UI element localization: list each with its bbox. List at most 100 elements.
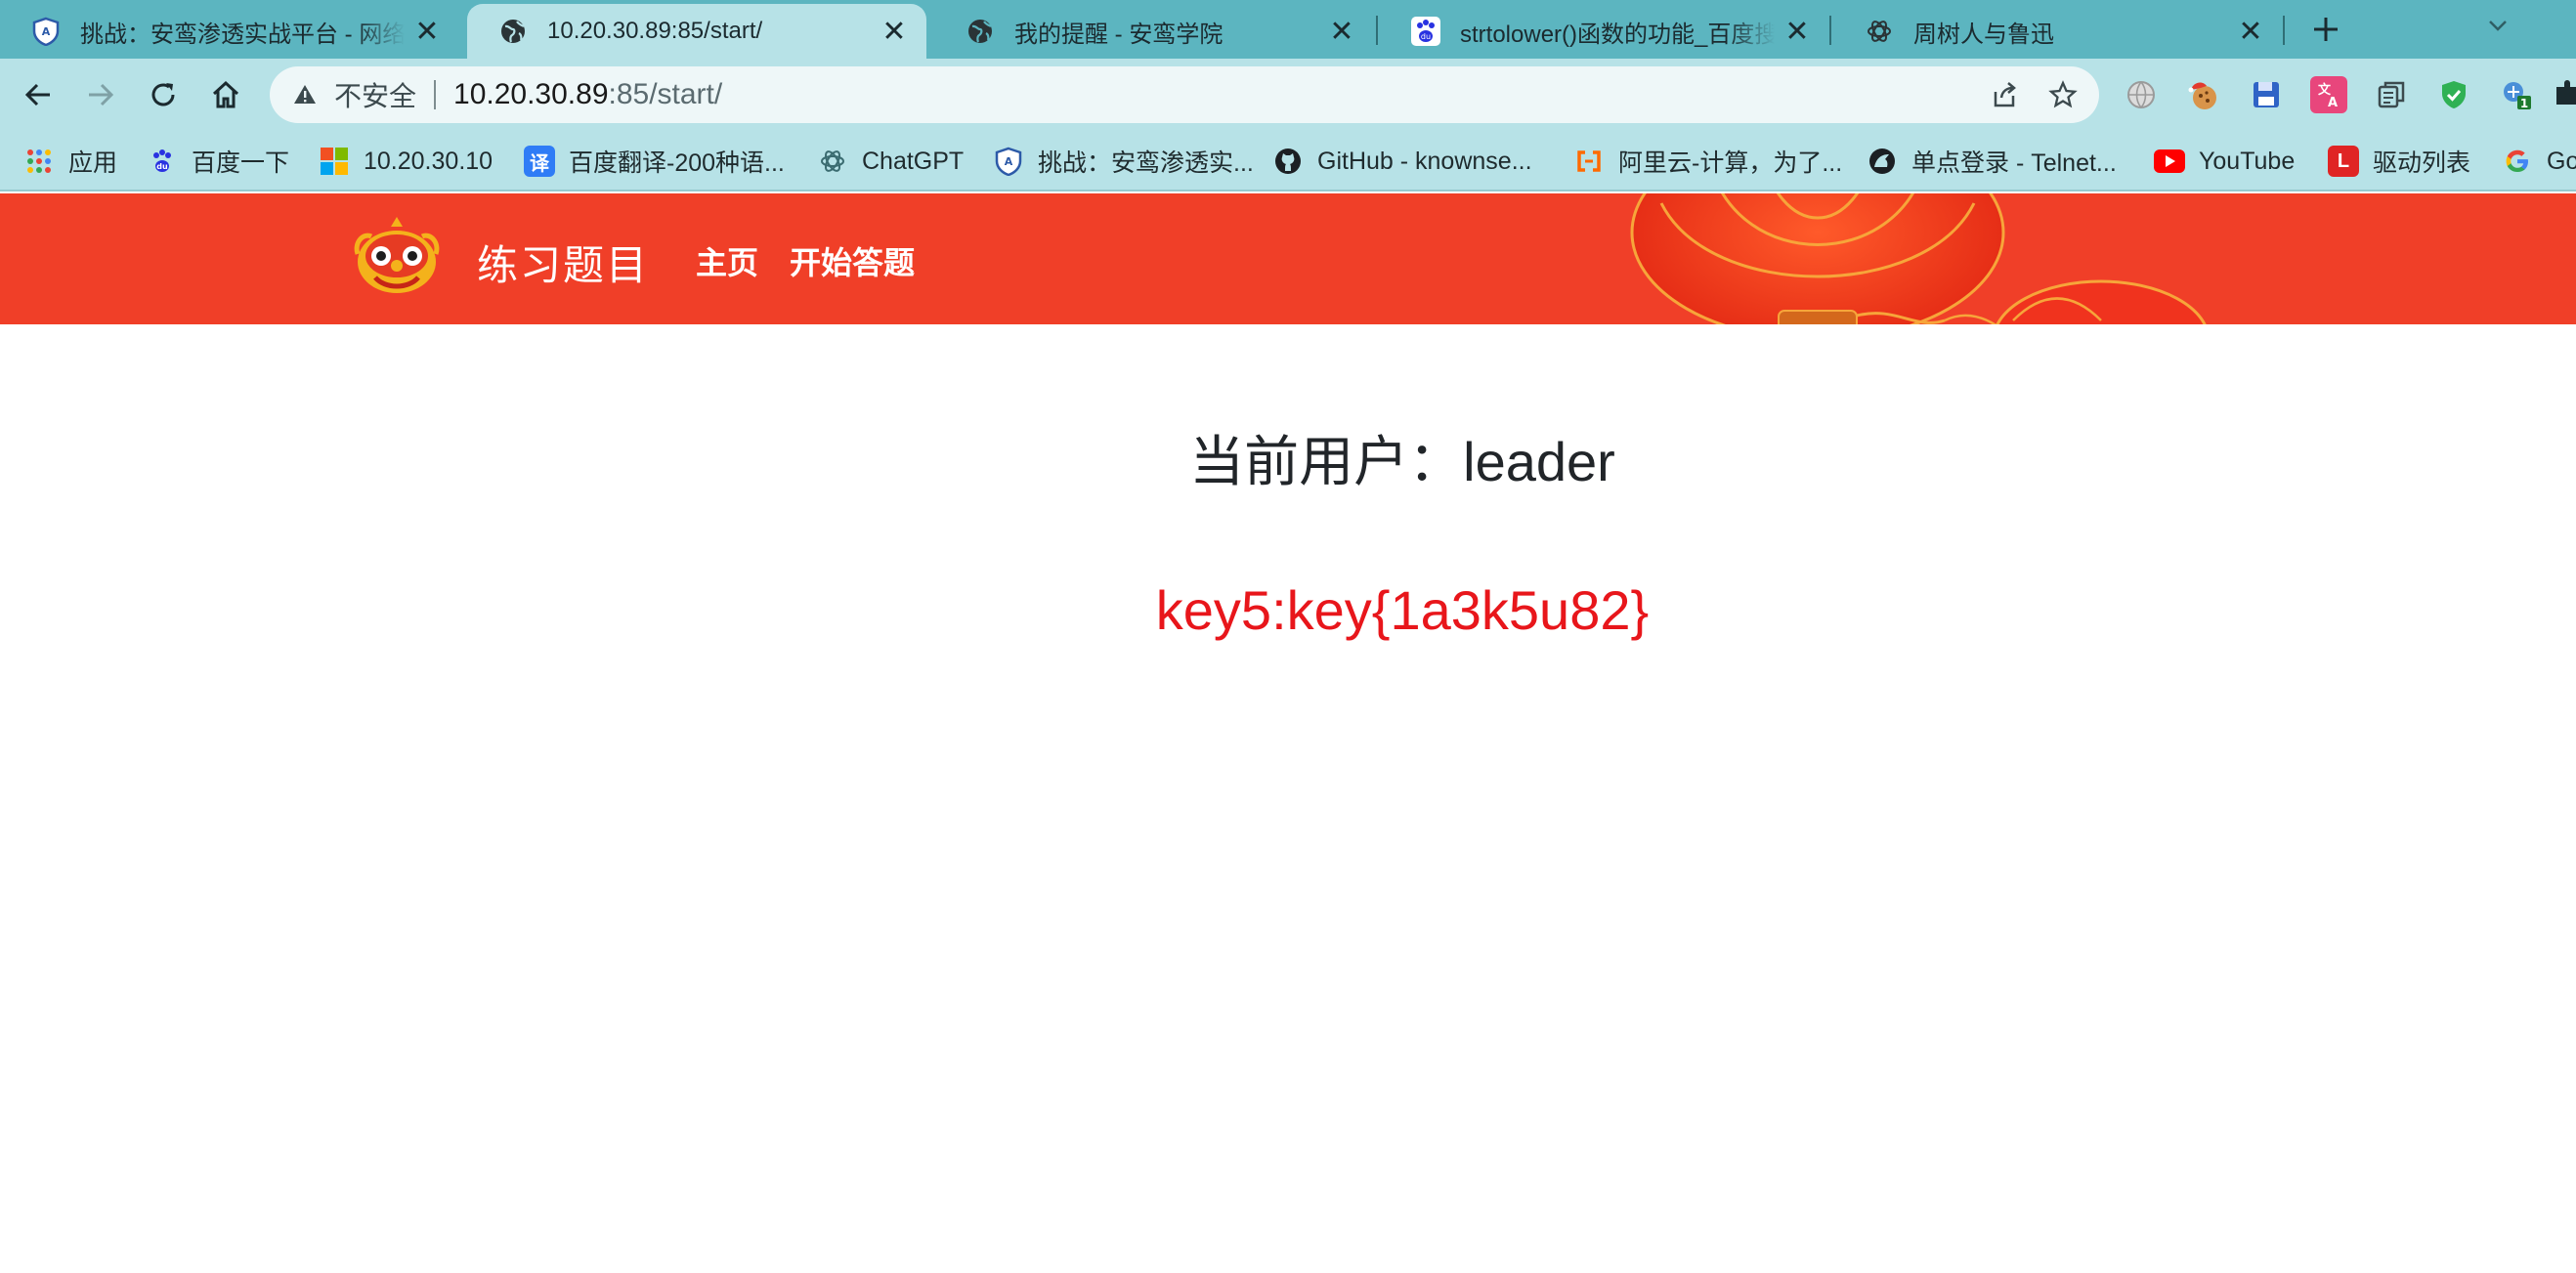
telnet-icon — [1867, 146, 1898, 177]
chatgpt-icon — [1865, 17, 1894, 46]
bookmark-google[interactable]: Go — [2502, 142, 2576, 181]
extension-shield-check-icon[interactable] — [2435, 76, 2472, 113]
bookmark-chatgpt[interactable]: ChatGPT — [817, 142, 964, 181]
site-header: 练习题目 主页 开始答题 — [0, 193, 2576, 324]
bookmark-label: 10.20.30.10 — [364, 147, 494, 175]
shield-icon: A — [993, 146, 1024, 177]
bookmark-label: 单点登录 - Telnet... — [1911, 149, 2117, 177]
current-username: leader — [1463, 431, 1615, 492]
bookmark-label: 百度一下 — [192, 149, 290, 177]
globe-icon — [498, 17, 528, 46]
url-path: :85/start/ — [608, 78, 723, 110]
tab-2-active[interactable]: 10.20.30.89:85/start/ ✕ — [467, 4, 926, 59]
extension-translate-icon[interactable]: 文A — [2310, 76, 2347, 113]
tab-title: 10.20.30.89:85/start/ — [547, 18, 763, 44]
extension-globe-icon[interactable] — [2123, 76, 2160, 113]
bookmark-youtube[interactable]: YouTube — [2154, 142, 2295, 181]
tab-separator — [1829, 16, 1831, 45]
bookmark-label: YouTube — [2199, 147, 2296, 175]
tab-separator — [2283, 16, 2285, 45]
apps-grid-icon — [23, 146, 55, 177]
translate-icon: 译 — [524, 146, 555, 177]
url-host: 10.20.30.89 — [453, 78, 609, 110]
reload-button[interactable] — [141, 72, 186, 117]
svg-text:A: A — [2328, 96, 2338, 109]
arrow-right-icon — [89, 83, 114, 106]
extension-save-icon[interactable] — [2248, 76, 2285, 113]
extensions-menu-icon[interactable] — [2551, 76, 2576, 113]
bookmark-anluan-challenge[interactable]: A 挑战：安鸾渗透实... — [993, 142, 1254, 181]
plus-icon — [2314, 18, 2338, 41]
tab-3[interactable]: 我的提醒 - 安鸾学院 ✕ — [934, 4, 1374, 59]
bookmark-baidu-translate[interactable]: 译 百度翻译-200种语... — [524, 142, 785, 181]
bookmark-label: GitHub - knownse... — [1317, 147, 1532, 175]
close-icon[interactable]: ✕ — [2236, 16, 2265, 48]
baidu-paw-icon: du — [147, 146, 178, 177]
globe-icon — [966, 17, 995, 46]
warning-triangle-icon[interactable] — [291, 81, 319, 108]
arrow-left-icon — [24, 83, 50, 106]
extension-copy-icon[interactable] — [2373, 76, 2410, 113]
bookmark-label: 阿里云-计算，为了... — [1618, 149, 1843, 177]
bookmark-label: Go — [2547, 147, 2576, 175]
l-logo-icon: L — [2328, 146, 2359, 177]
new-tab-button[interactable] — [2302, 6, 2349, 53]
tab-search-button[interactable] — [2478, 6, 2517, 45]
baidu-paw-icon: du — [1411, 17, 1440, 46]
bookmark-driver-list[interactable]: L 驱动列表 — [2328, 142, 2470, 181]
bookmark-baidu[interactable]: du 百度一下 — [147, 142, 289, 181]
tab-title: 周树人与鲁迅 — [1913, 21, 2054, 48]
reload-icon — [151, 83, 175, 106]
lion-dance-logo-icon — [354, 217, 440, 293]
share-icon[interactable] — [1988, 78, 2021, 111]
bookmark-star-icon[interactable] — [2046, 78, 2080, 111]
aliyun-icon — [1573, 146, 1605, 177]
bookmark-telnet-sso[interactable]: 单点登录 - Telnet... — [1867, 142, 2117, 181]
browser-toolbar: 不安全 10.20.30.89 :85/start/ 文A 1 — [0, 59, 2576, 131]
key-result-text: key5:key{1a3k5u82} — [1155, 579, 1650, 641]
extension-puzzle-icon[interactable]: 1 — [2498, 76, 2535, 113]
address-bar[interactable]: 不安全 10.20.30.89 :85/start/ — [270, 66, 2099, 123]
home-button[interactable] — [203, 72, 248, 117]
forward-button[interactable] — [78, 72, 123, 117]
nav-start-quiz-link[interactable]: 开始答题 — [790, 238, 915, 283]
tab-strip: A 挑战：安鸾渗透实战平台 - 网络 ✕ 10.20.30.89:85/star… — [0, 0, 2576, 59]
home-icon — [212, 80, 239, 108]
tab-4[interactable]: du strtolower()函数的功能_百度搜 ✕ — [1380, 4, 1829, 59]
close-icon[interactable]: ✕ — [1782, 16, 1812, 48]
extension-badge: 1 — [2520, 97, 2528, 110]
bookmark-label: 应用 — [68, 149, 118, 177]
back-button[interactable] — [16, 72, 61, 117]
youtube-icon — [2154, 146, 2185, 177]
bookmark-label: 百度翻译-200种语... — [569, 149, 785, 177]
bookmark-label: 挑战：安鸾渗透实... — [1038, 149, 1254, 177]
bookmark-label: 驱动列表 — [2373, 149, 2471, 177]
github-icon — [1272, 146, 1304, 177]
close-icon[interactable]: ✕ — [412, 16, 442, 48]
tab-title: strtolower()函数的功能_百度搜 — [1460, 21, 1775, 48]
tab-1[interactable]: A 挑战：安鸾渗透实战平台 - 网络 ✕ — [0, 4, 459, 59]
close-icon[interactable]: ✕ — [880, 16, 909, 48]
tab-separator — [1376, 16, 1378, 45]
google-icon — [2502, 146, 2533, 177]
svg-text:A: A — [1005, 155, 1013, 168]
main-content: 当前用户：leader key5:key{1a3k5u82} — [0, 324, 2576, 1273]
close-icon[interactable]: ✕ — [1327, 16, 1356, 48]
current-user-heading: 当前用户：leader — [0, 418, 2576, 497]
chevron-down-icon — [2489, 21, 2507, 31]
chatgpt-icon — [817, 146, 848, 177]
security-label[interactable]: 不安全 — [334, 75, 416, 114]
bookmark-10-20-30-10[interactable]: 10.20.30.10 — [319, 142, 493, 181]
tab-5[interactable]: 周树人与鲁迅 ✕ — [1833, 4, 2283, 59]
bookmark-apps[interactable]: 应用 — [23, 142, 117, 181]
bookmark-aliyun[interactable]: 阿里云-计算，为了... — [1573, 142, 1842, 181]
bookmark-label: ChatGPT — [862, 147, 965, 175]
tab-title: 我的提醒 - 安鸾学院 — [1014, 21, 1224, 48]
extension-cookie-icon[interactable] — [2185, 76, 2222, 113]
nav-home-link[interactable]: 主页 — [696, 238, 758, 283]
windows-logo-icon — [319, 146, 350, 177]
site-title[interactable]: 练习题目 — [477, 233, 649, 292]
tab-title: 挑战：安鸾渗透实战平台 - 网络 — [80, 21, 405, 48]
shield-icon: A — [31, 17, 61, 46]
bookmark-github[interactable]: GitHub - knownse... — [1272, 142, 1532, 181]
